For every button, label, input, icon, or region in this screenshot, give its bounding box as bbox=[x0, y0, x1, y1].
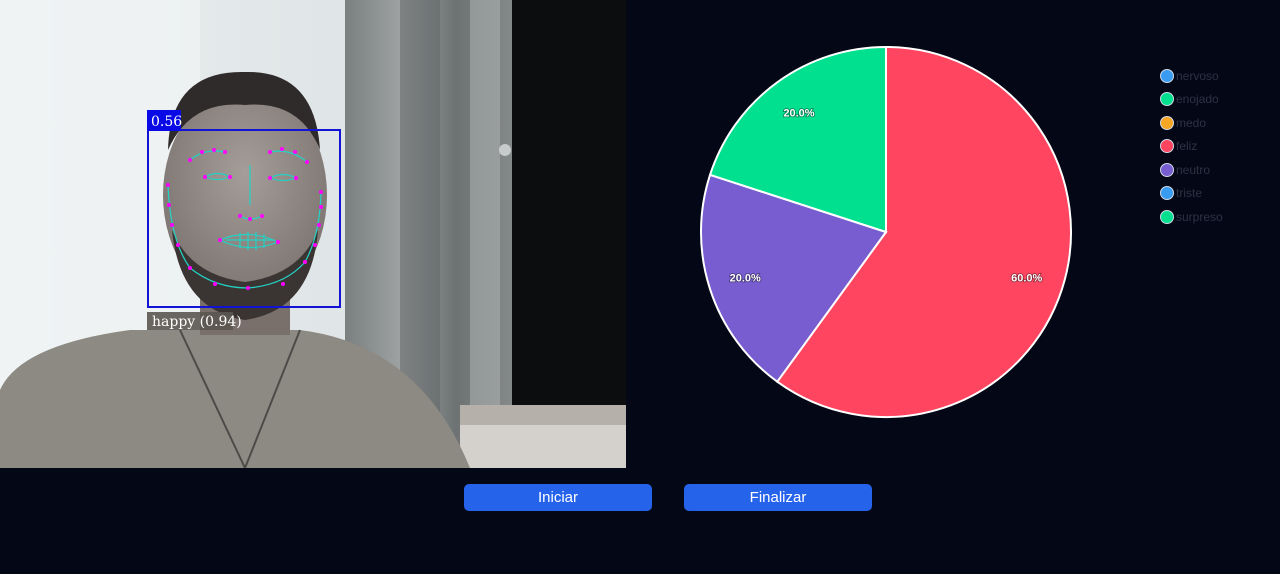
legend-swatch bbox=[1160, 162, 1174, 177]
legend-item-triste[interactable]: triste bbox=[1160, 182, 1270, 206]
legend-swatch bbox=[1160, 186, 1174, 201]
legend-swatch bbox=[1160, 92, 1174, 107]
legend-swatch bbox=[1160, 115, 1174, 130]
legend-label: feliz bbox=[1176, 139, 1198, 154]
legend-item-medo[interactable]: medo bbox=[1160, 111, 1270, 135]
legend-swatch bbox=[1160, 209, 1174, 224]
legend-item-feliz[interactable]: feliz bbox=[1160, 135, 1270, 159]
pie-chart-svg: 60.0% 20.0% 20.0% bbox=[700, 45, 1072, 418]
stop-button[interactable]: Finalizar bbox=[684, 484, 872, 511]
emotion-pie-chart: 60.0% 20.0% 20.0% bbox=[690, 40, 1090, 430]
legend-label: nervoso bbox=[1176, 68, 1219, 83]
emotion-detector-app: 0.56 happy (0.94) 60.0% 20.0% 20.0% nerv… bbox=[0, 0, 1280, 574]
chart-legend: nervoso enojado medo feliz neutro triste surpr… bbox=[1160, 64, 1270, 229]
pie-slice-label-surpreso: 20.0% bbox=[783, 107, 814, 119]
legend-item-enojado[interactable]: enojado bbox=[1160, 88, 1270, 112]
legend-swatch bbox=[1160, 68, 1174, 83]
webcam-frame: 0.56 happy (0.94) bbox=[0, 0, 626, 468]
start-button[interactable]: Iniciar bbox=[464, 484, 652, 511]
legend-label: enojado bbox=[1176, 92, 1219, 107]
pie-slice-label-neutro: 20.0% bbox=[730, 273, 761, 285]
legend-item-nervoso[interactable]: nervoso bbox=[1160, 64, 1270, 88]
dark-window bbox=[512, 0, 626, 405]
detection-score-label: 0.56 bbox=[151, 114, 182, 130]
legend-item-neutro[interactable]: neutro bbox=[1160, 158, 1270, 182]
legend-label: medo bbox=[1176, 115, 1207, 130]
legend-label: surpreso bbox=[1176, 209, 1223, 224]
pie-slice-label-feliz: 60.0% bbox=[1011, 273, 1042, 285]
webcam-video: 0.56 happy (0.94) bbox=[0, 0, 626, 468]
legend-label: neutro bbox=[1176, 162, 1211, 177]
legend-swatch bbox=[1160, 139, 1174, 154]
legend-item-surpreso[interactable]: surpreso bbox=[1160, 205, 1270, 229]
legend-label: triste bbox=[1176, 186, 1203, 201]
expression-label: happy (0.94) bbox=[152, 314, 242, 330]
